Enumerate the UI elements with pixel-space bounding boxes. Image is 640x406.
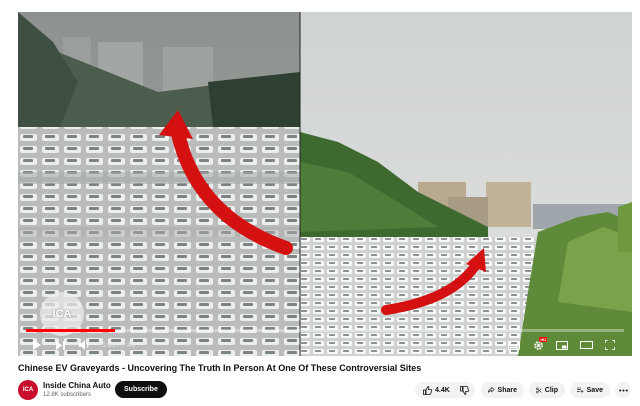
- video-frame: [18, 12, 632, 356]
- clip-button[interactable]: Clip: [529, 382, 565, 398]
- save-label: Save: [586, 386, 603, 394]
- clip-label: Clip: [544, 386, 558, 394]
- like-dislike-group: 4.4K: [415, 382, 475, 398]
- watermark-text: ICA: [52, 308, 72, 320]
- subscribe-button[interactable]: Subscribe: [115, 381, 167, 398]
- progress-played: [26, 329, 116, 332]
- thumbs-up-icon: [423, 385, 432, 395]
- subtitles-button[interactable]: [504, 335, 524, 355]
- miniplayer-button[interactable]: [552, 335, 572, 355]
- duration: 7:43: [121, 341, 136, 349]
- dislike-button[interactable]: [459, 385, 469, 395]
- play-button[interactable]: [26, 335, 46, 355]
- channel-name[interactable]: Inside China Auto: [43, 381, 111, 390]
- theater-icon: [579, 341, 593, 349]
- subtitles-icon: [508, 340, 520, 350]
- miniplayer-icon: [556, 340, 568, 350]
- play-icon: [32, 340, 41, 350]
- player-controls: 1:09 / 7:43 HD: [18, 334, 632, 356]
- share-icon: [488, 386, 495, 393]
- playlist-add-icon: [577, 387, 584, 393]
- progress-bar[interactable]: [26, 329, 624, 332]
- scissors-icon: [536, 387, 542, 393]
- more-actions-button[interactable]: [615, 382, 631, 398]
- settings-button[interactable]: HD: [528, 335, 548, 355]
- next-button[interactable]: [50, 335, 70, 355]
- video-title: Chinese EV Graveyards - Uncovering The T…: [18, 363, 422, 373]
- more-horizontal-icon: [618, 389, 628, 391]
- skip-next-icon: [55, 340, 65, 350]
- thumbs-down-icon: [459, 385, 469, 395]
- hd-badge: HD: [539, 337, 547, 342]
- volume-icon: [78, 340, 89, 350]
- fullscreen-icon: [605, 340, 615, 350]
- subscriber-count: 12.8K subscribers: [43, 392, 92, 398]
- video-player[interactable]: ICA 1:09 / 7:43 HD: [18, 12, 632, 356]
- fullscreen-button[interactable]: [600, 335, 620, 355]
- current-time: 1:09: [102, 341, 116, 349]
- like-count: 4.4K: [435, 386, 450, 394]
- video-meta-row: ICA Inside China Auto 12.8K subscribers …: [18, 378, 632, 402]
- save-button[interactable]: Save: [570, 382, 610, 398]
- time-display: 1:09 / 7:43: [102, 341, 136, 349]
- like-button[interactable]: 4.4K: [423, 385, 450, 395]
- volume-button[interactable]: [74, 335, 94, 355]
- share-button[interactable]: Share: [481, 382, 524, 398]
- theater-mode-button[interactable]: [576, 335, 596, 355]
- channel-avatar[interactable]: ICA: [18, 380, 38, 400]
- share-label: Share: [497, 386, 517, 394]
